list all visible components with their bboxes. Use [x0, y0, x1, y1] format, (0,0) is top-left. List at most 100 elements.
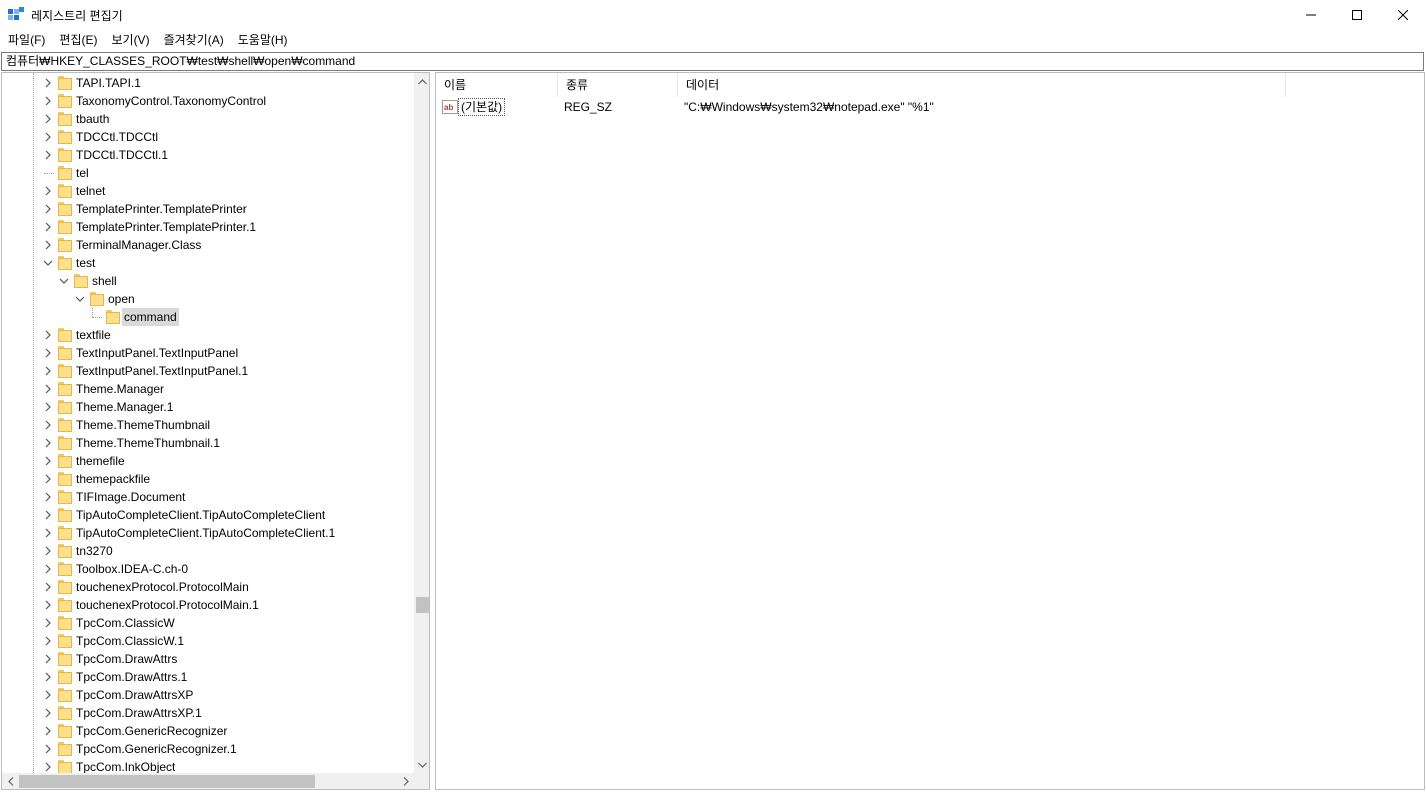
- chevron-right-icon[interactable]: [42, 653, 54, 665]
- tree-item[interactable]: TemplatePrinter.TemplatePrinter.1: [2, 218, 414, 236]
- chevron-right-icon[interactable]: [42, 329, 54, 341]
- tree-item[interactable]: open: [2, 290, 414, 308]
- tree-item[interactable]: TpcCom.ClassicW.1: [2, 632, 414, 650]
- chevron-right-icon[interactable]: [42, 671, 54, 683]
- tree-item[interactable]: Theme.ThemeThumbnail: [2, 416, 414, 434]
- chevron-right-icon[interactable]: [42, 149, 54, 161]
- chevron-right-icon[interactable]: [42, 617, 54, 629]
- chevron-right-icon[interactable]: [42, 545, 54, 557]
- chevron-right-icon[interactable]: [42, 221, 54, 233]
- tree-item[interactable]: Theme.Manager: [2, 380, 414, 398]
- minimize-button[interactable]: [1288, 0, 1334, 30]
- tree-item-label: telnet: [76, 184, 106, 198]
- chevron-right-icon[interactable]: [42, 455, 54, 467]
- tree-item[interactable]: TDCCtl.TDCCtl.1: [2, 146, 414, 164]
- tree-item[interactable]: TextInputPanel.TextInputPanel: [2, 344, 414, 362]
- column-header-name[interactable]: 이름: [436, 73, 558, 97]
- tree-horizontal-scrollbar[interactable]: [2, 773, 414, 789]
- chevron-right-icon[interactable]: [42, 77, 54, 89]
- chevron-down-icon[interactable]: [42, 257, 54, 269]
- tree-item[interactable]: touchenexProtocol.ProtocolMain: [2, 578, 414, 596]
- chevron-right-icon[interactable]: [42, 365, 54, 377]
- tree-item[interactable]: TipAutoCompleteClient.TipAutoCompleteCli…: [2, 506, 414, 524]
- chevron-right-icon[interactable]: [42, 509, 54, 521]
- chevron-right-icon[interactable]: [42, 419, 54, 431]
- chevron-right-icon[interactable]: [42, 347, 54, 359]
- tree-item[interactable]: TerminalManager.Class: [2, 236, 414, 254]
- tree-vertical-scrollbar[interactable]: [414, 73, 429, 773]
- tree-item[interactable]: TemplatePrinter.TemplatePrinter: [2, 200, 414, 218]
- column-header-data[interactable]: 데이터: [678, 73, 1286, 97]
- tree-horizontal-scroll-thumb[interactable]: [19, 775, 315, 788]
- chevron-right-icon[interactable]: [42, 635, 54, 647]
- tree-item[interactable]: telnet: [2, 182, 414, 200]
- value-row[interactable]: ab (기본값) REG_SZ "C:₩Windows₩system32₩not…: [436, 97, 1424, 117]
- folder-icon: [58, 634, 72, 648]
- chevron-right-icon[interactable]: [42, 599, 54, 611]
- tree-item[interactable]: command: [2, 308, 414, 326]
- chevron-right-icon[interactable]: [42, 563, 54, 575]
- scroll-up-button[interactable]: [414, 73, 429, 90]
- tree-item[interactable]: test: [2, 254, 414, 272]
- chevron-right-icon[interactable]: [42, 131, 54, 143]
- tree-item[interactable]: TpcCom.GenericRecognizer.1: [2, 740, 414, 758]
- tree-item[interactable]: TpcCom.DrawAttrs.1: [2, 668, 414, 686]
- address-bar[interactable]: 컴퓨터₩HKEY_CLASSES_ROOT₩test₩shell₩open₩co…: [1, 52, 1424, 71]
- chevron-right-icon[interactable]: [42, 383, 54, 395]
- tree-item[interactable]: shell: [2, 272, 414, 290]
- menu-view[interactable]: 보기(V): [104, 30, 156, 50]
- tree-vertical-scroll-thumb[interactable]: [416, 597, 429, 613]
- chevron-right-icon[interactable]: [42, 725, 54, 737]
- chevron-right-icon[interactable]: [42, 581, 54, 593]
- chevron-right-icon[interactable]: [42, 113, 54, 125]
- chevron-right-icon[interactable]: [42, 203, 54, 215]
- scroll-right-button[interactable]: [397, 773, 414, 789]
- chevron-right-icon[interactable]: [42, 491, 54, 503]
- menu-edit[interactable]: 편집(E): [52, 30, 104, 50]
- tree-item[interactable]: tel: [2, 164, 414, 182]
- tree-item[interactable]: TpcCom.InkObject: [2, 758, 414, 773]
- tree-item[interactable]: Theme.Manager.1: [2, 398, 414, 416]
- tree-item[interactable]: Theme.ThemeThumbnail.1: [2, 434, 414, 452]
- chevron-right-icon[interactable]: [42, 95, 54, 107]
- chevron-right-icon[interactable]: [42, 401, 54, 413]
- column-header-type[interactable]: 종류: [558, 73, 678, 97]
- tree-item[interactable]: themepackfile: [2, 470, 414, 488]
- tree-item[interactable]: Toolbox.IDEA-C.ch-0: [2, 560, 414, 578]
- tree-item[interactable]: TpcCom.DrawAttrsXP: [2, 686, 414, 704]
- chevron-right-icon[interactable]: [42, 239, 54, 251]
- tree-item[interactable]: TDCCtl.TDCCtl: [2, 128, 414, 146]
- tree-item[interactable]: textfile: [2, 326, 414, 344]
- chevron-down-icon[interactable]: [74, 293, 86, 305]
- tree-item[interactable]: TpcCom.DrawAttrs: [2, 650, 414, 668]
- close-button[interactable]: [1380, 0, 1426, 30]
- tree-item[interactable]: TpcCom.ClassicW: [2, 614, 414, 632]
- maximize-button[interactable]: [1334, 0, 1380, 30]
- chevron-right-icon[interactable]: [42, 761, 54, 773]
- chevron-right-icon[interactable]: [42, 743, 54, 755]
- chevron-right-icon[interactable]: [42, 473, 54, 485]
- tree-item[interactable]: TIFImage.Document: [2, 488, 414, 506]
- tree-item[interactable]: TpcCom.GenericRecognizer: [2, 722, 414, 740]
- tree-item[interactable]: TaxonomyControl.TaxonomyControl: [2, 92, 414, 110]
- tree-item[interactable]: TAPI.TAPI.1: [2, 74, 414, 92]
- tree-item-label: TDCCtl.TDCCtl: [76, 130, 158, 144]
- chevron-right-icon[interactable]: [42, 527, 54, 539]
- scroll-left-button[interactable]: [2, 773, 19, 789]
- tree-item[interactable]: themefile: [2, 452, 414, 470]
- chevron-down-icon[interactable]: [58, 275, 70, 287]
- menu-help[interactable]: 도움말(H): [231, 30, 295, 50]
- chevron-right-icon[interactable]: [42, 707, 54, 719]
- tree-item[interactable]: touchenexProtocol.ProtocolMain.1: [2, 596, 414, 614]
- tree-item[interactable]: TipAutoCompleteClient.TipAutoCompleteCli…: [2, 524, 414, 542]
- tree-item[interactable]: TpcCom.DrawAttrsXP.1: [2, 704, 414, 722]
- tree-item[interactable]: TextInputPanel.TextInputPanel.1: [2, 362, 414, 380]
- tree-item[interactable]: tn3270: [2, 542, 414, 560]
- menu-file[interactable]: 파일(F): [0, 30, 52, 50]
- scroll-down-button[interactable]: [414, 756, 429, 773]
- menu-favorites[interactable]: 즐겨찾기(A): [157, 30, 231, 50]
- chevron-right-icon[interactable]: [42, 437, 54, 449]
- chevron-right-icon[interactable]: [42, 185, 54, 197]
- tree-item[interactable]: tbauth: [2, 110, 414, 128]
- chevron-right-icon[interactable]: [42, 689, 54, 701]
